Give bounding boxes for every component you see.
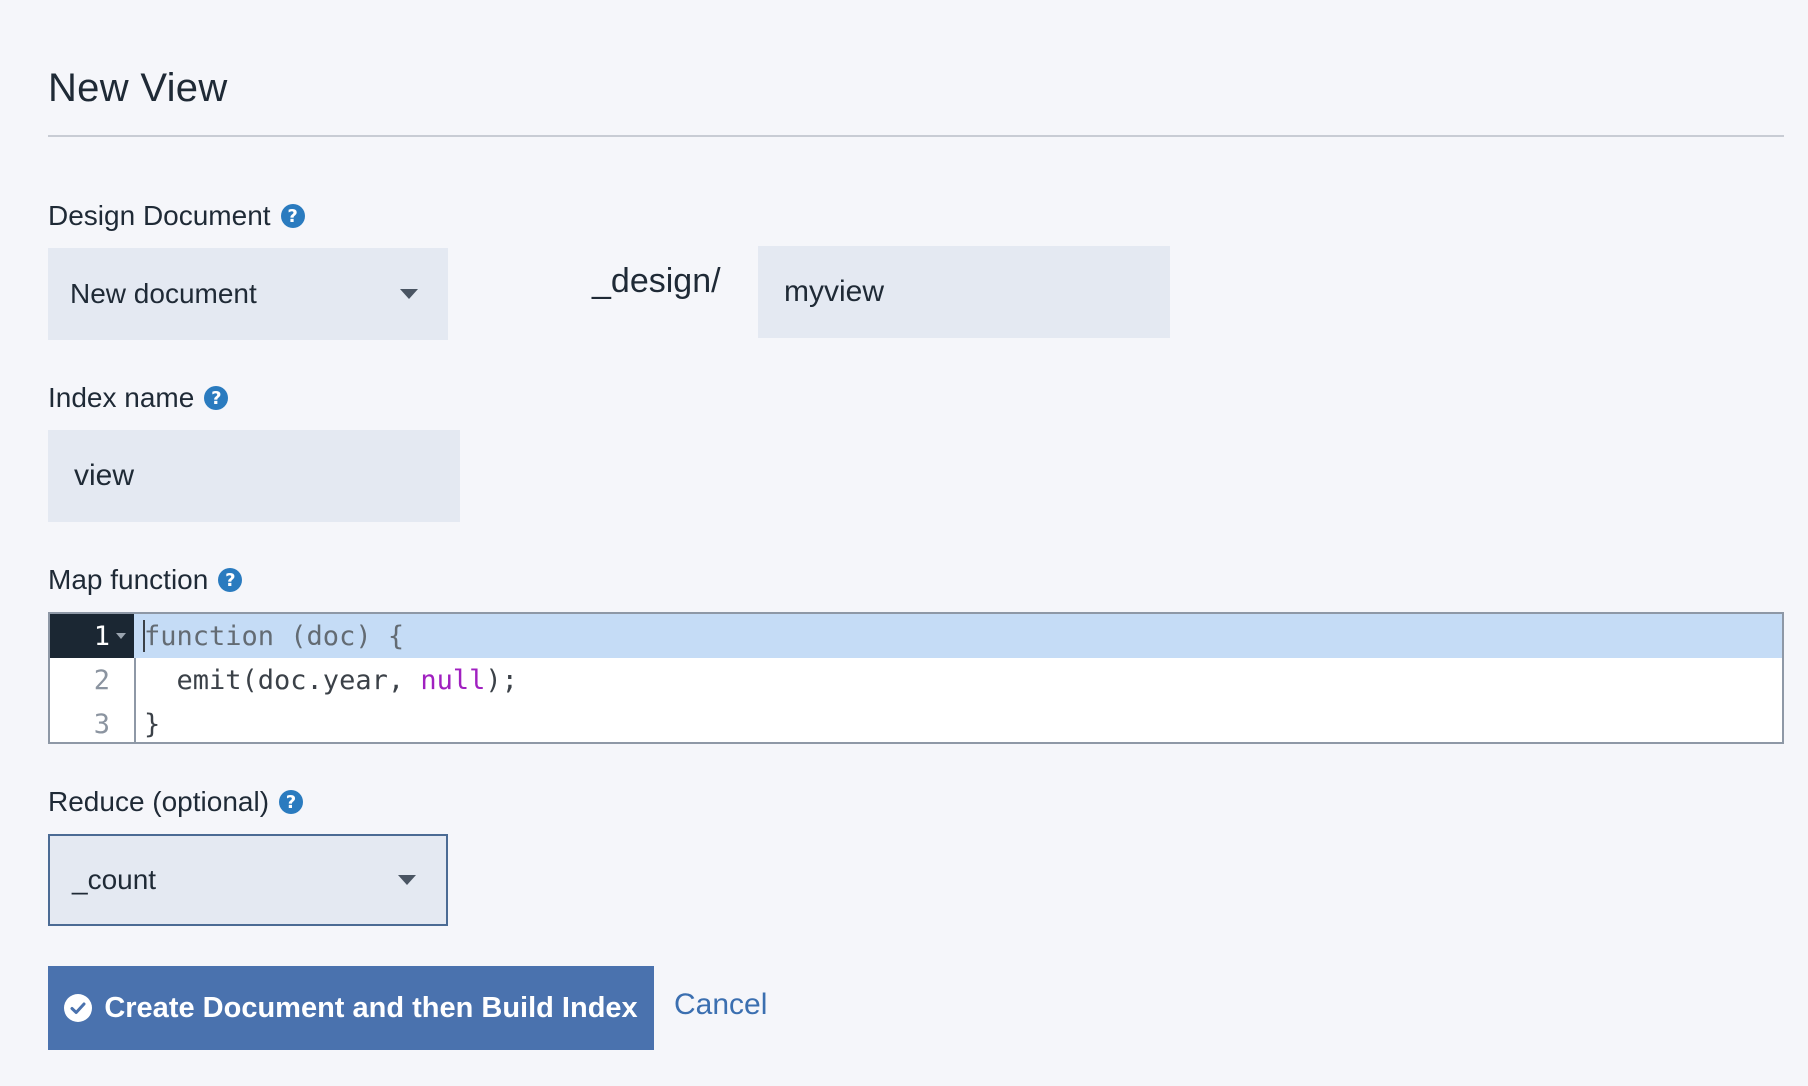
design-document-label-row: Design Document ? bbox=[48, 200, 305, 232]
editor-line-3[interactable]: 3 } bbox=[50, 702, 1782, 746]
index-name-value: view bbox=[74, 459, 135, 492]
question-circle-icon[interactable]: ? bbox=[280, 204, 305, 228]
editor-line-2[interactable]: 2 emit(doc.year, null); bbox=[50, 658, 1782, 702]
caret-down-icon bbox=[400, 289, 418, 299]
design-document-select[interactable]: New document bbox=[48, 248, 448, 340]
null-keyword: null bbox=[420, 664, 486, 696]
reduce-label-row: Reduce (optional) ? bbox=[48, 786, 304, 818]
code-text: emit(doc.year, null); bbox=[144, 664, 518, 696]
reduce-select-value: _count bbox=[72, 864, 157, 895]
page-title: New View bbox=[48, 66, 228, 110]
line-number: 2 bbox=[93, 664, 110, 696]
line-number: 3 bbox=[93, 708, 110, 740]
create-document-build-index-button[interactable]: Create Document and then Build Index bbox=[48, 966, 654, 1050]
design-prefix-label: _design/ bbox=[592, 262, 721, 300]
line-number: 1 bbox=[50, 614, 134, 658]
check-circle-icon bbox=[64, 994, 93, 1022]
design-document-label: Design Document bbox=[48, 200, 271, 231]
design-document-select-value: New document bbox=[70, 278, 257, 309]
code-text: } bbox=[144, 708, 161, 740]
map-function-label: Map function bbox=[48, 564, 209, 595]
map-function-editor[interactable]: 1 function (doc) { 2 emit(doc.year, null… bbox=[48, 612, 1784, 744]
index-name-label-row: Index name ? bbox=[48, 382, 229, 414]
reduce-select[interactable]: _count bbox=[48, 834, 448, 926]
create-button-label: Create Document and then Build Index bbox=[104, 991, 638, 1024]
code-text: function (doc) { bbox=[144, 620, 405, 652]
map-function-label-row: Map function ? bbox=[48, 564, 243, 596]
cancel-link[interactable]: Cancel bbox=[674, 988, 767, 1022]
design-document-name-value: myview bbox=[784, 275, 885, 308]
caret-down-icon bbox=[398, 875, 416, 885]
question-circle-icon[interactable]: ? bbox=[204, 386, 229, 410]
title-divider bbox=[48, 135, 1784, 137]
question-circle-icon[interactable]: ? bbox=[279, 790, 304, 814]
reduce-label: Reduce (optional) bbox=[48, 786, 270, 817]
editor-line-1[interactable]: 1 function (doc) { bbox=[50, 614, 1782, 658]
index-name-input[interactable]: view bbox=[48, 430, 460, 522]
fold-caret-icon[interactable] bbox=[116, 633, 126, 639]
question-circle-icon[interactable]: ? bbox=[218, 568, 243, 592]
index-name-label: Index name bbox=[48, 382, 195, 413]
design-document-name-input[interactable]: myview bbox=[758, 246, 1170, 338]
